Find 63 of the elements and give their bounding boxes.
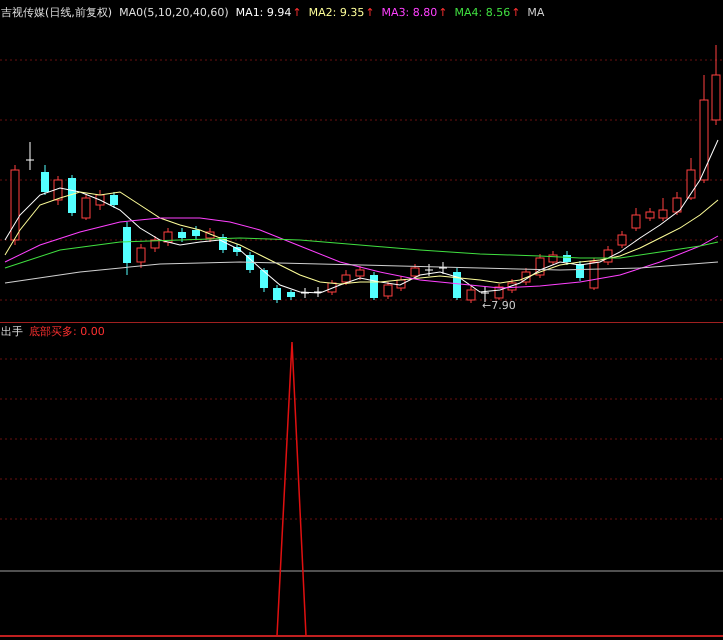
candlestick <box>82 194 90 220</box>
candlestick <box>342 270 350 286</box>
candlestick <box>466 286 476 304</box>
candlestick <box>424 264 434 276</box>
trend-arrow: ↑ <box>438 6 448 18</box>
trend-arrow: ↑ <box>292 6 302 18</box>
candlestick <box>548 250 558 266</box>
moving-average-value: MA2: 9.35 <box>308 6 364 18</box>
candlestick <box>658 198 668 222</box>
candlestick <box>480 286 490 302</box>
candlestick <box>246 252 254 274</box>
candlestick <box>206 228 214 242</box>
moving-average-value: MA3: 8.80 <box>382 6 438 18</box>
candlestick <box>370 272 378 300</box>
candlestick <box>164 228 172 246</box>
candlestick <box>26 142 34 170</box>
candlestick <box>110 192 118 208</box>
candlestick <box>68 174 76 216</box>
indicator-reading: 底部买多: 0.00 <box>29 324 105 339</box>
candlestick <box>287 290 295 300</box>
low-price-label: ←7.90 <box>482 299 516 312</box>
candlestick <box>646 208 654 222</box>
candlestick <box>273 284 281 304</box>
candlestick <box>328 280 336 296</box>
candlestick <box>536 254 544 278</box>
trend-arrow: ↑ <box>511 6 520 18</box>
indicator-parameters: MA0(5,10,20,40,60) <box>119 6 229 18</box>
candlestick <box>453 268 461 300</box>
candlestick <box>438 262 448 274</box>
candlestick <box>54 176 62 206</box>
moving-average-value: MA4: 8.56 <box>454 6 510 18</box>
candlestick <box>384 282 392 300</box>
candlestick <box>508 278 516 294</box>
candlestick <box>219 234 227 254</box>
candlestick <box>632 208 640 232</box>
candlestick <box>192 226 200 240</box>
candlestick <box>563 250 571 266</box>
trend-arrow: ↑ <box>365 6 375 18</box>
candlestick <box>396 276 406 292</box>
candlestick <box>150 236 160 252</box>
candlestick <box>494 284 504 300</box>
candlestick <box>260 268 268 292</box>
moving-average-value: MA1: 9.94 <box>236 6 292 18</box>
candlestick <box>672 192 682 216</box>
candlestick <box>522 268 530 286</box>
candlestick <box>178 228 186 242</box>
candlestick <box>300 288 310 298</box>
candlestick <box>604 246 612 266</box>
candlestick <box>590 258 598 290</box>
candlestick <box>410 264 420 280</box>
candlestick <box>314 286 322 298</box>
moving-average-value: MA <box>527 6 544 18</box>
candlestick <box>618 230 626 248</box>
candlestick <box>686 158 696 200</box>
indicator-title: 出手 <box>1 324 23 339</box>
stock-title: 吉视传媒(日线,前复权) <box>1 4 112 20</box>
candlestick <box>136 244 146 268</box>
candlestick <box>123 222 131 276</box>
candlestick <box>41 164 49 196</box>
candlestick <box>356 266 364 280</box>
candlestick <box>96 190 104 210</box>
candlestick <box>233 244 241 256</box>
candlestick <box>576 260 584 282</box>
